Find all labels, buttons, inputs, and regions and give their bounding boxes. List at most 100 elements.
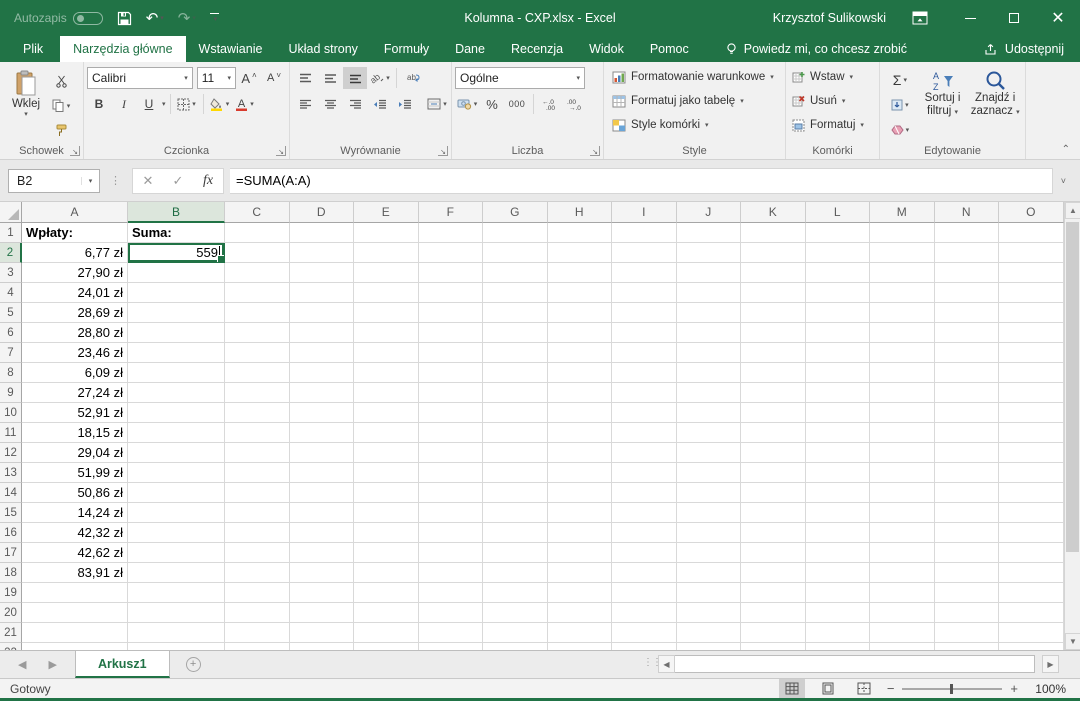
- cell-I13[interactable]: [612, 463, 677, 483]
- insert-cells-button[interactable]: Wstaw▾: [792, 65, 876, 89]
- cell-L6[interactable]: [806, 323, 871, 343]
- cell-D8[interactable]: [290, 363, 355, 383]
- cell-A8[interactable]: 6,09 zł: [22, 363, 128, 383]
- row-header-9[interactable]: 9: [0, 383, 22, 403]
- cell-J1[interactable]: [677, 223, 742, 243]
- column-header-B[interactable]: B: [128, 202, 225, 223]
- cell-E10[interactable]: [354, 403, 419, 423]
- cell-N12[interactable]: [935, 443, 1000, 463]
- cell-G19[interactable]: [483, 583, 548, 603]
- cell-D21[interactable]: [290, 623, 355, 643]
- cell-N11[interactable]: [935, 423, 1000, 443]
- cell-J4[interactable]: [677, 283, 742, 303]
- underline-button[interactable]: U: [137, 93, 161, 115]
- copy-dropdown-icon[interactable]: ▾: [67, 102, 71, 110]
- column-header-I[interactable]: I: [612, 202, 677, 223]
- cell-E15[interactable]: [354, 503, 419, 523]
- cell-M16[interactable]: [870, 523, 935, 543]
- cell-O2[interactable]: [999, 243, 1064, 263]
- fill-color-button[interactable]: ▾: [208, 93, 232, 115]
- cell-D18[interactable]: [290, 563, 355, 583]
- cell-I16[interactable]: [612, 523, 677, 543]
- cell-O18[interactable]: [999, 563, 1064, 583]
- scroll-down-icon[interactable]: ▼: [1065, 633, 1080, 650]
- row-header-6[interactable]: 6: [0, 323, 22, 343]
- cell-N10[interactable]: [935, 403, 1000, 423]
- cell-O3[interactable]: [999, 263, 1064, 283]
- delete-cells-button[interactable]: Usuń▾: [792, 89, 876, 113]
- cell-K15[interactable]: [741, 503, 806, 523]
- cell-K9[interactable]: [741, 383, 806, 403]
- close-button[interactable]: ✕: [1036, 0, 1080, 36]
- cell-B3[interactable]: [128, 263, 225, 283]
- cell-K4[interactable]: [741, 283, 806, 303]
- ribbon-display-options-button[interactable]: [912, 11, 928, 25]
- collapse-ribbon-button[interactable]: ⌃: [1062, 144, 1070, 155]
- cell-C3[interactable]: [225, 263, 290, 283]
- formula-bar-splitter[interactable]: ⋮: [106, 174, 126, 187]
- cell-I18[interactable]: [612, 563, 677, 583]
- cell-M11[interactable]: [870, 423, 935, 443]
- cell-C10[interactable]: [225, 403, 290, 423]
- cell-L5[interactable]: [806, 303, 871, 323]
- cell-F1[interactable]: [419, 223, 484, 243]
- cell-N2[interactable]: [935, 243, 1000, 263]
- cell-D6[interactable]: [290, 323, 355, 343]
- format-painter-button[interactable]: [49, 120, 73, 141]
- find-select-button[interactable]: Znajdź izaznacz ▾: [968, 65, 1022, 141]
- prev-sheet-icon[interactable]: ◀: [18, 658, 26, 671]
- cell-N9[interactable]: [935, 383, 1000, 403]
- italic-button[interactable]: I: [112, 93, 136, 115]
- cell-C17[interactable]: [225, 543, 290, 563]
- cell-F4[interactable]: [419, 283, 484, 303]
- cell-I11[interactable]: [612, 423, 677, 443]
- cell-G20[interactable]: [483, 603, 548, 623]
- cell-E16[interactable]: [354, 523, 419, 543]
- cell-M5[interactable]: [870, 303, 935, 323]
- row-header-18[interactable]: 18: [0, 563, 22, 583]
- cell-H12[interactable]: [548, 443, 613, 463]
- cell-G6[interactable]: [483, 323, 548, 343]
- cell-M15[interactable]: [870, 503, 935, 523]
- cell-K12[interactable]: [741, 443, 806, 463]
- cell-H4[interactable]: [548, 283, 613, 303]
- row-header-8[interactable]: 8: [0, 363, 22, 383]
- cell-F20[interactable]: [419, 603, 484, 623]
- cell-L10[interactable]: [806, 403, 871, 423]
- cell-N6[interactable]: [935, 323, 1000, 343]
- cell-B6[interactable]: [128, 323, 225, 343]
- column-header-E[interactable]: E: [354, 202, 419, 223]
- cell-D4[interactable]: [290, 283, 355, 303]
- cell-E9[interactable]: [354, 383, 419, 403]
- cell-M8[interactable]: [870, 363, 935, 383]
- redo-button[interactable]: ↷▾: [178, 11, 196, 26]
- comma-style-button[interactable]: 000: [505, 93, 529, 115]
- cell-B13[interactable]: [128, 463, 225, 483]
- cell-J20[interactable]: [677, 603, 742, 623]
- cell-B22[interactable]: [128, 643, 225, 650]
- cell-B20[interactable]: [128, 603, 225, 623]
- cell-E14[interactable]: [354, 483, 419, 503]
- cell-C2[interactable]: [225, 243, 290, 263]
- column-header-F[interactable]: F: [419, 202, 484, 223]
- paste-button[interactable]: Wklej ▾: [3, 65, 49, 141]
- cell-E8[interactable]: [354, 363, 419, 383]
- row-header-4[interactable]: 4: [0, 283, 22, 303]
- tab-formuly[interactable]: Formuły: [371, 36, 442, 62]
- cell-H14[interactable]: [548, 483, 613, 503]
- cell-D5[interactable]: [290, 303, 355, 323]
- cell-K17[interactable]: [741, 543, 806, 563]
- cell-O17[interactable]: [999, 543, 1064, 563]
- cell-C16[interactable]: [225, 523, 290, 543]
- cell-L11[interactable]: [806, 423, 871, 443]
- cell-B4[interactable]: [128, 283, 225, 303]
- cell-E17[interactable]: [354, 543, 419, 563]
- cell-C20[interactable]: [225, 603, 290, 623]
- cell-B19[interactable]: [128, 583, 225, 603]
- undo-button[interactable]: ↶▾: [146, 11, 164, 26]
- cell-B21[interactable]: [128, 623, 225, 643]
- cell-L14[interactable]: [806, 483, 871, 503]
- clear-dropdown-icon[interactable]: ▾: [906, 126, 910, 134]
- cell-G4[interactable]: [483, 283, 548, 303]
- cell-K2[interactable]: [741, 243, 806, 263]
